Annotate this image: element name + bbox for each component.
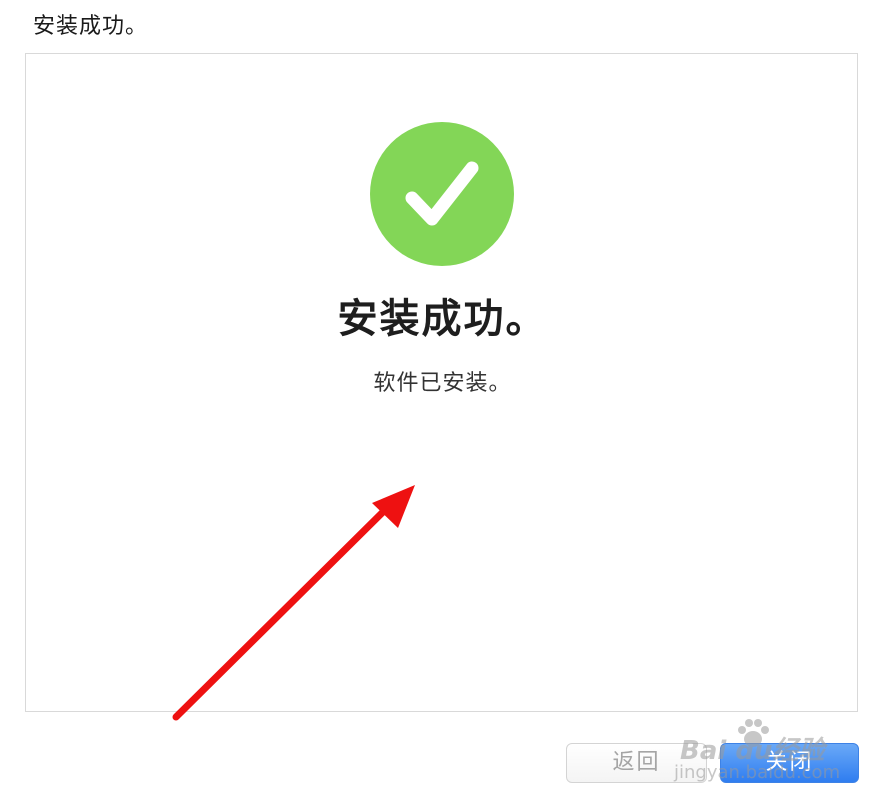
checkmark-icon <box>405 161 479 226</box>
success-message: 软件已安装。 <box>373 371 512 396</box>
install-result-panel: 安装成功。 软件已安装。 <box>25 53 858 712</box>
close-button[interactable]: 关闭 <box>720 743 859 783</box>
checkmark-circle-icon <box>370 122 514 266</box>
success-title: 安装成功。 <box>337 296 548 342</box>
back-button[interactable]: 返回 <box>566 743 707 783</box>
page-title: 安装成功。 <box>33 14 149 39</box>
installer-window: 安装成功。 安装成功。 软件已安装。 返回 关闭 Bai du经验 jingya… <box>0 0 886 804</box>
